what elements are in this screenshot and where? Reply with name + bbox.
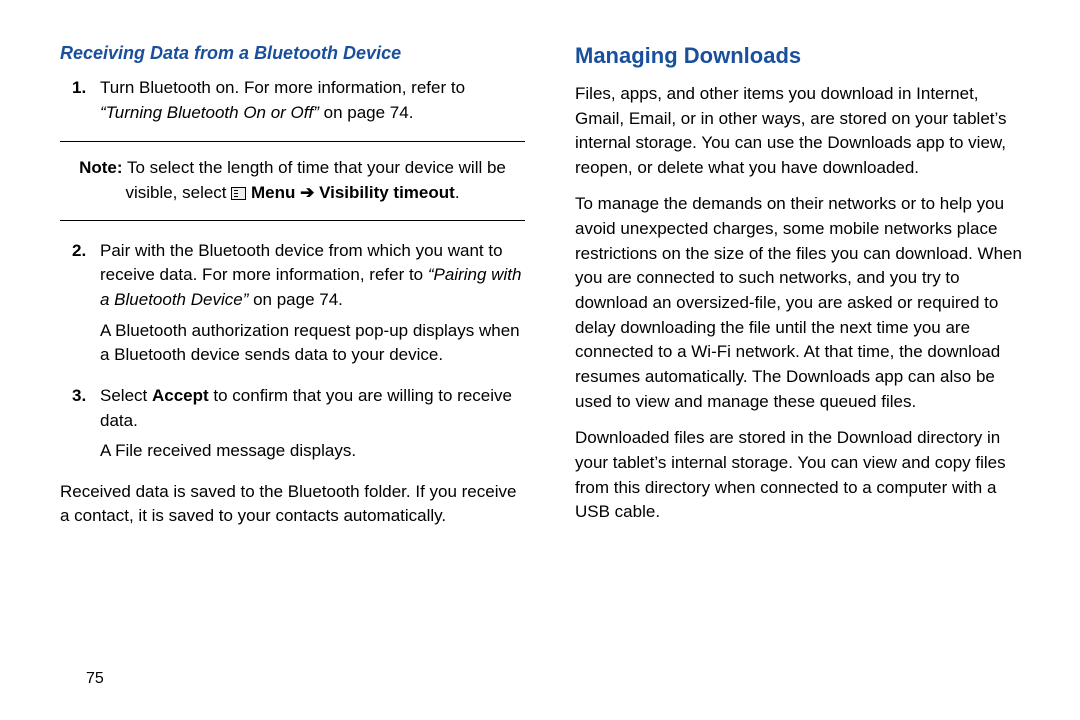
step-3-accept: Accept	[152, 386, 209, 405]
right-column: Managing Downloads Files, apps, and othe…	[575, 40, 1030, 537]
step-3: Select Accept to confirm that you are wi…	[100, 384, 525, 464]
note-arrow: ➔	[295, 183, 319, 202]
right-p1: Files, apps, and other items you downloa…	[575, 82, 1030, 181]
step-2-text-c: A Bluetooth authorization request pop-up…	[100, 319, 525, 368]
right-p2: To manage the demands on their networks …	[575, 192, 1030, 414]
left-column: Receiving Data from a Bluetooth Device T…	[60, 40, 525, 537]
page-number: 75	[86, 667, 104, 690]
menu-icon	[231, 187, 246, 200]
step-1-text-a: Turn Bluetooth on. For more information,…	[100, 78, 465, 97]
note-end: .	[455, 183, 460, 202]
steps-list-cont: Pair with the Bluetooth device from whic…	[60, 239, 525, 464]
step-3-text-c: A File received message displays.	[100, 439, 525, 464]
closing-paragraph: Received data is saved to the Bluetooth …	[60, 480, 525, 529]
note-menu: Menu	[251, 183, 295, 202]
step-1-text-b: on page 74.	[319, 103, 414, 122]
note-label: Note:	[79, 158, 122, 177]
step-2: Pair with the Bluetooth device from whic…	[100, 239, 525, 368]
page-columns: Receiving Data from a Bluetooth Device T…	[60, 40, 1030, 537]
step-1: Turn Bluetooth on. For more information,…	[100, 76, 525, 125]
note-box: Note: To select the length of time that …	[60, 141, 525, 220]
step-2-text-b: on page 74.	[248, 290, 343, 309]
right-p3: Downloaded files are stored in the Downl…	[575, 426, 1030, 525]
section-heading-receiving: Receiving Data from a Bluetooth Device	[60, 40, 525, 66]
note-visibility: Visibility timeout	[319, 183, 455, 202]
step-3-text-a: Select	[100, 386, 152, 405]
step-1-ref: “Turning Bluetooth On or Off”	[100, 103, 319, 122]
section-heading-managing: Managing Downloads	[575, 40, 1030, 72]
steps-list: Turn Bluetooth on. For more information,…	[60, 76, 525, 125]
